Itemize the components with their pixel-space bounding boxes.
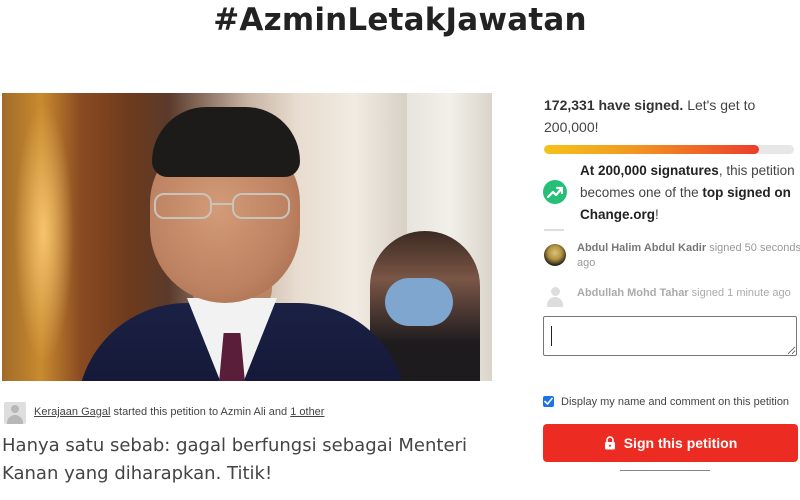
petition-photo	[2, 93, 492, 381]
signer-avatar	[544, 244, 566, 266]
lock-icon	[604, 436, 616, 450]
divider	[620, 470, 710, 471]
page-title: #AzminLetakJawatan	[213, 2, 587, 38]
display-name-label: Display my name and comment on this peti…	[561, 396, 790, 408]
milestone-bold-goal: At 200,000 signatures	[580, 163, 719, 178]
signature-progress-bar	[544, 145, 794, 154]
starter-middle-text: started this petition to Azmin Ali and	[110, 406, 291, 418]
signature-count: 172,331 have signed. Let's get to 200,00…	[544, 94, 794, 138]
milestone-text: At 200,000 signatures, this petition bec…	[580, 160, 795, 226]
petition-starter-line: Kerajaan Gagal started this petition to …	[34, 406, 324, 418]
user-avatar-icon	[4, 402, 26, 424]
signature-count-number: 172,331 have signed.	[544, 97, 684, 113]
display-name-checkbox[interactable]	[543, 396, 554, 407]
signature-progress-fill	[544, 145, 759, 154]
trending-up-icon	[543, 180, 567, 204]
sign-petition-button[interactable]: Sign this petition	[543, 424, 798, 462]
check-icon	[544, 397, 553, 405]
other-recipients-link[interactable]: 1 other	[290, 406, 324, 418]
signer-action: signed 1 minute ago	[688, 287, 791, 299]
comment-input[interactable]	[543, 316, 797, 356]
signer-name: Abdul Halim Abdul Kadir	[577, 242, 707, 254]
starter-name-link[interactable]: Kerajaan Gagal	[34, 406, 110, 418]
milestone-end: !	[655, 207, 659, 222]
user-avatar-icon	[544, 285, 566, 307]
text-cursor	[551, 326, 552, 346]
signer-name: Abdullah Mohd Tahar	[577, 287, 689, 299]
sign-petition-label: Sign this petition	[623, 435, 738, 451]
petition-description: Hanya satu sebab: gagal berfungsi sebaga…	[2, 435, 467, 484]
divider	[544, 229, 564, 231]
